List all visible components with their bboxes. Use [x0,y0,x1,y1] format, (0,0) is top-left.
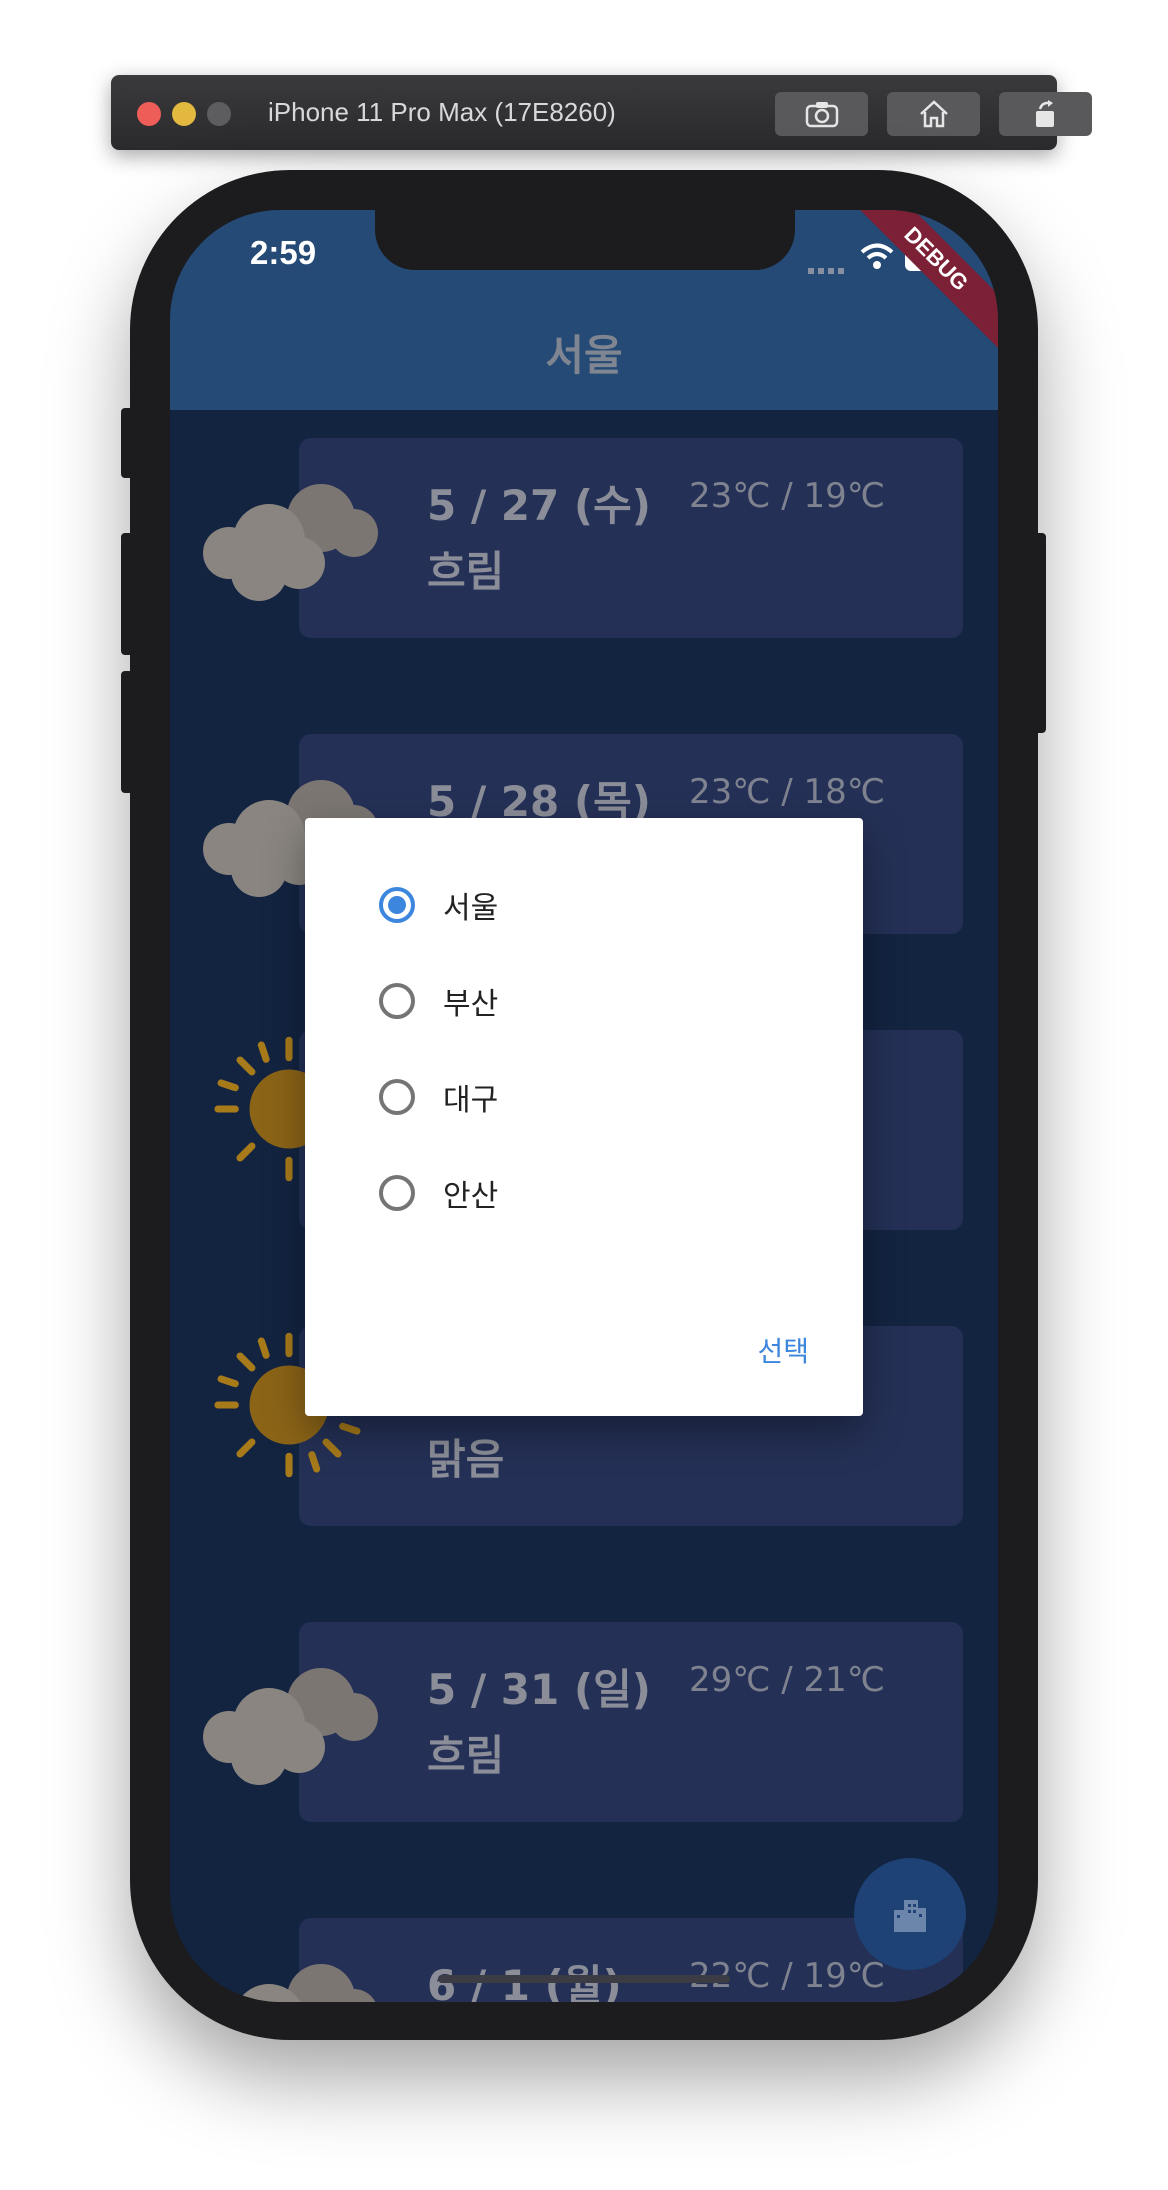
radio-button-selected[interactable] [379,887,415,923]
home-button[interactable] [887,92,980,136]
notch [375,210,795,270]
radio-label: 부산 [443,987,499,1022]
screenshot-button[interactable] [775,92,868,136]
card-temp: 29℃ / 21℃ [689,1660,885,1700]
page-title: 서울 [545,331,623,380]
volume-up-button [121,533,133,655]
radio-label: 대구 [443,1083,499,1118]
card-desc: 흐림 [427,547,505,596]
cloud-icon [237,1964,376,2002]
simulator-titlebar: iPhone 11 Pro Max (17E8260) [111,75,1092,150]
zoom-window-button[interactable] [207,102,231,126]
card-date: 5 / 31 (일) [427,1665,651,1714]
card-temp: 23℃ / 19℃ [689,476,885,516]
radio-option-daegu[interactable]: 대구 [379,1062,839,1132]
app-bar: 2:59 서울 DEBUG [170,210,998,410]
power-button [1034,533,1046,733]
card-desc: 맑음 [427,1435,505,1484]
radio-button[interactable] [379,983,415,1019]
cloud-icon [203,484,378,601]
radio-option-seoul[interactable]: 서울 [379,870,839,940]
city-icon [894,1900,926,1932]
radio-button[interactable] [379,1079,415,1115]
silent-switch [121,408,133,478]
radio-button[interactable] [379,1175,415,1211]
rotate-icon [1035,100,1054,127]
home-indicator[interactable] [438,1975,730,1983]
radio-option-ansan[interactable]: 안산 [379,1158,839,1228]
home-icon [919,100,948,128]
forecast-card[interactable]: 5 / 27 (수) 23℃ / 19℃ 흐림 [203,438,963,638]
card-date: 5 / 27 (수) [427,481,651,530]
status-time: 2:59 [250,234,317,271]
card-desc: 흐림 [427,1731,505,1780]
minimize-window-button[interactable] [172,102,196,126]
camera-icon [805,102,838,128]
wifi-icon [860,243,894,269]
app-screen: 2:59 서울 DEBUG 5 / 27 (수) 23℃ / 19℃ 흐림 5 … [170,210,998,2002]
volume-down-button [121,671,133,793]
forecast-card[interactable]: 5 / 31 (일) 29℃ / 21℃ 흐림 [203,1622,963,1822]
simulator-title: iPhone 11 Pro Max (17E8260) [268,97,616,127]
city-select-dialog: 서울 부산 대구 안산 선택 [305,818,863,1416]
rotate-button[interactable] [999,92,1092,136]
close-window-button[interactable] [137,102,161,126]
card-temp: 23℃ / 18℃ [689,772,885,812]
signal-icon [808,268,844,274]
city-select-fab[interactable] [854,1858,966,1970]
radio-option-busan[interactable]: 부산 [379,966,839,1036]
radio-label: 서울 [443,891,499,926]
cloud-icon [203,1668,378,1785]
select-button[interactable]: 선택 [757,1330,809,1370]
radio-label: 안산 [443,1179,499,1214]
